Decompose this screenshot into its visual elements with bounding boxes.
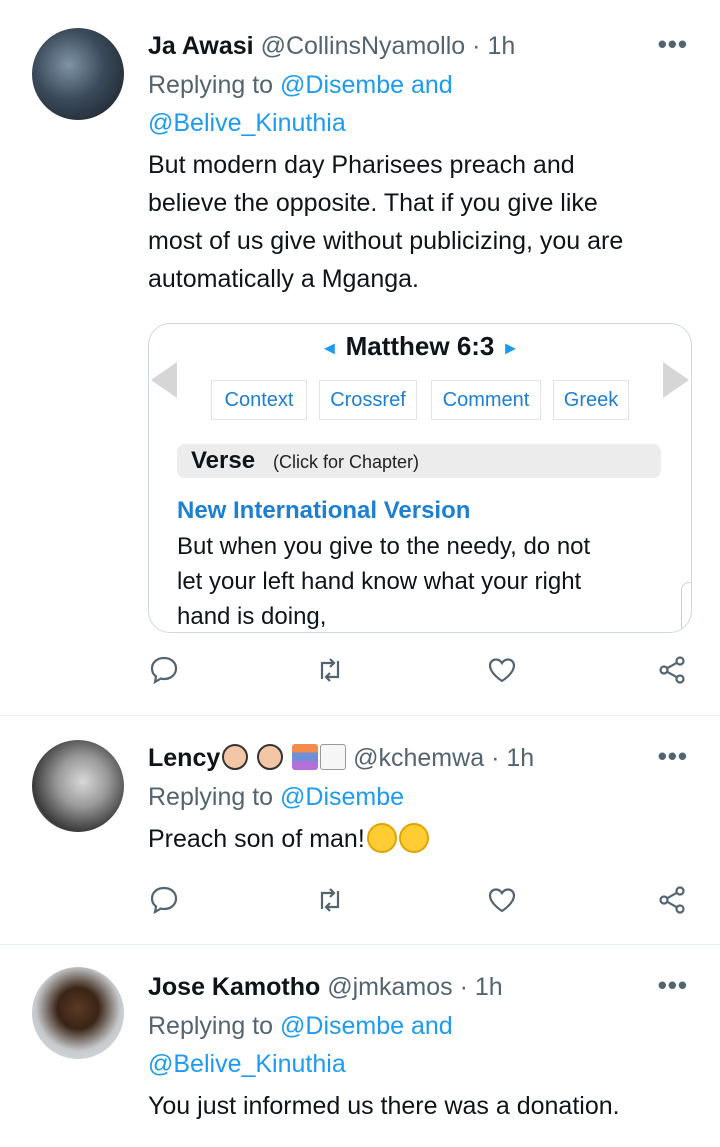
next-verse-arrow-icon[interactable]: ► xyxy=(502,338,520,358)
user-handle[interactable]: @kchemwa xyxy=(353,744,484,772)
rolling-laughing-emoji xyxy=(366,823,397,853)
verse-reference: Matthew 6:3 xyxy=(345,331,495,361)
tweet-text-line: You just informed us there was a donatio… xyxy=(148,1092,620,1120)
more-options-icon[interactable]: ••• xyxy=(658,28,688,60)
avatar[interactable] xyxy=(32,28,124,120)
verse-hint: (Click for Chapter) xyxy=(273,452,420,472)
woman-graduate-emoji xyxy=(222,744,249,770)
verse-text-line: But when you give to the needy, do not xyxy=(177,533,591,560)
retweet-icon[interactable] xyxy=(314,654,354,694)
verse-text-line: hand is doing, xyxy=(177,603,327,630)
tweet-text-line: automatically a Mganga. xyxy=(148,265,419,293)
separator-dot: · xyxy=(472,32,481,60)
prev-verse-arrow-icon[interactable]: ◄ xyxy=(321,338,339,358)
replying-to: Replying to @Disembe xyxy=(148,778,696,816)
replying-to-label: Replying to xyxy=(148,71,274,99)
replying-to-label: Replying to xyxy=(148,783,274,811)
mention-link[interactable]: @Belive_Kinuthia xyxy=(148,1050,346,1078)
timestamp[interactable]: 1h xyxy=(487,32,515,60)
tweet-text: But modern day Pharisees preach and beli… xyxy=(148,146,696,298)
avatar[interactable] xyxy=(32,740,124,832)
tab-context[interactable]: Context xyxy=(211,380,307,420)
rolling-laughing-emoji xyxy=(398,823,429,853)
more-options-icon[interactable]: ••• xyxy=(658,969,688,1001)
more-options-icon[interactable]: ••• xyxy=(658,740,688,772)
card-title: ◄ Matthew 6:3 ► xyxy=(149,328,691,366)
mention-link[interactable]: @Disembe xyxy=(280,783,404,811)
tab-greek[interactable]: Greek xyxy=(553,380,629,420)
timestamp[interactable]: 1h xyxy=(475,973,503,1001)
memo-emoji xyxy=(320,744,347,770)
verse-bar[interactable]: Verse (Click for Chapter) xyxy=(177,444,661,478)
replying-to-label: Replying to xyxy=(148,1012,274,1040)
reply-icon[interactable] xyxy=(148,654,188,694)
tweet-header: Lency @kchemwa · 1h ••• xyxy=(148,740,696,774)
replying-to: Replying to @Disembe and @Belive_Kinuthi… xyxy=(148,66,696,142)
tweet-text-line: Preach son of man! xyxy=(148,825,365,853)
bible-version[interactable]: New International Version xyxy=(177,494,470,528)
tweet-text-line: believe the opposite. That if you give l… xyxy=(148,189,598,217)
display-name[interactable]: Jose Kamotho xyxy=(148,973,320,1001)
mention-link[interactable]: @Belive_Kinuthia xyxy=(148,109,346,137)
avatar[interactable] xyxy=(32,967,124,1059)
tweet-text: You just informed us there was a donatio… xyxy=(148,1087,696,1125)
tab-comment[interactable]: Comment xyxy=(431,380,541,420)
next-chapter-arrow-icon[interactable] xyxy=(663,362,689,398)
separator-dot: · xyxy=(491,744,500,772)
books-emoji xyxy=(292,744,319,770)
tab-crossref[interactable]: Crossref xyxy=(319,380,417,420)
like-icon[interactable] xyxy=(486,884,526,924)
tweet-text-line: But modern day Pharisees preach and xyxy=(148,151,575,179)
man-graduate-emoji xyxy=(257,744,284,770)
tweet-lency[interactable]: Lency @kchemwa · 1h ••• Replying to @Dis… xyxy=(0,716,720,944)
share-icon[interactable] xyxy=(656,884,696,924)
tweet-actions xyxy=(148,884,696,924)
tweet-text-line: most of us give without publicizing, you… xyxy=(148,227,624,255)
tweet-jose-kamotho[interactable]: Jose Kamotho @jmkamos · 1h ••• Replying … xyxy=(0,945,720,1147)
timestamp[interactable]: 1h xyxy=(506,744,534,772)
reply-icon[interactable] xyxy=(148,884,188,924)
user-handle[interactable]: @jmkamos xyxy=(327,973,452,1001)
tweet-header: Jose Kamotho @jmkamos · 1h ••• xyxy=(148,969,696,1003)
like-icon[interactable] xyxy=(486,654,526,694)
share-icon[interactable] xyxy=(656,654,696,694)
user-handle[interactable]: @CollinsNyamollo xyxy=(261,32,466,60)
verse-label: Verse xyxy=(191,447,256,474)
verse-text-line: let your left hand know what your right xyxy=(177,568,582,595)
verse-text: But when you give to the needy, do not l… xyxy=(177,529,657,632)
display-name[interactable]: Lency xyxy=(148,744,220,772)
mention-link[interactable]: @Disembe and xyxy=(280,1012,453,1040)
retweet-icon[interactable] xyxy=(314,884,354,924)
separator-dot: · xyxy=(459,973,468,1001)
tweet-ja-awasi[interactable]: Ja Awasi @CollinsNyamollo · 1h ••• Reply… xyxy=(0,0,720,715)
prev-chapter-arrow-icon[interactable] xyxy=(151,362,177,398)
mention-link[interactable]: @Disembe and xyxy=(280,71,453,99)
replying-to: Replying to @Disembe and @Belive_Kinuthi… xyxy=(148,1007,696,1083)
display-name[interactable]: Ja Awasi xyxy=(148,32,254,60)
card-scrollbar[interactable] xyxy=(681,582,691,632)
link-preview-card[interactable]: ◄ Matthew 6:3 ► Context Crossref Comment… xyxy=(148,323,692,633)
tweet-text: Preach son of man! xyxy=(148,820,696,858)
tweet-header: Ja Awasi @CollinsNyamollo · 1h ••• xyxy=(148,28,696,62)
tweet-actions xyxy=(148,654,696,694)
